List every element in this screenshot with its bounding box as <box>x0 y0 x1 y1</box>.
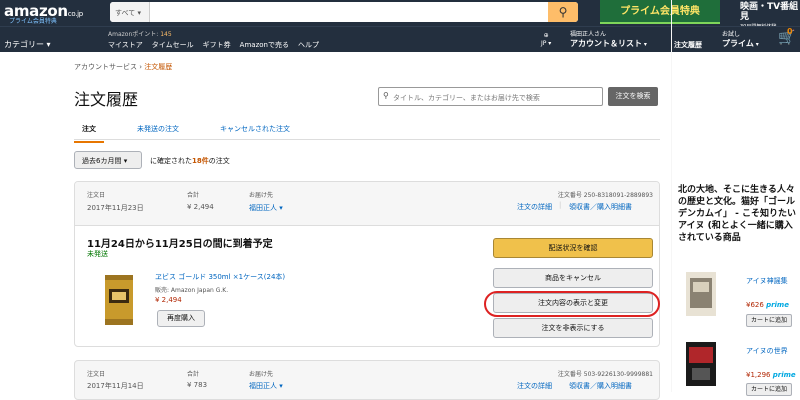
recommended-book-image[interactable] <box>686 342 716 386</box>
recommendation-heading: 北の大地、そこに生きる人々の歴史と文化。猫好「ゴールデンカムイ」 - こそ知りた… <box>678 185 797 243</box>
tab-divider <box>74 139 660 140</box>
nav-link-giftcard[interactable]: ギフト券 <box>203 40 231 50</box>
header-nav-bar: カテゴリー ▾ Amazonポイント: 145 マイストア タイムセール ギフト… <box>0 26 800 52</box>
nav-link-mystore[interactable]: マイストア <box>108 40 143 50</box>
period-caption: に確定された18件の注文 <box>150 157 230 165</box>
order-details-link[interactable]: 注文の詳細 <box>517 381 552 391</box>
add-to-cart-button[interactable]: カートに追加 <box>746 383 792 396</box>
order-search-input[interactable]: ⚲ タイトル、カテゴリー、またはお届け先で検索 <box>378 87 603 106</box>
highlight-circle <box>484 291 660 317</box>
product-title-link[interactable]: ヱビス ゴールド 350ml ×1ケース(24本) <box>155 272 285 282</box>
tab-orders[interactable]: 注文 <box>74 124 104 143</box>
search-icon: ⚲ <box>383 91 389 100</box>
globe-icon: ⊕ <box>543 32 549 39</box>
order-date: 2017年11月23日 <box>87 204 144 212</box>
order-total-label: 合計 <box>187 371 200 378</box>
order-date-label: 注文日 <box>87 192 106 199</box>
search-bar: すべて ▾ ⚲ <box>110 2 578 22</box>
right-panel-divider <box>671 0 672 392</box>
recommended-item-title[interactable]: アイヌの世界 <box>746 346 788 356</box>
product-price: ¥ 2,494 <box>155 296 182 304</box>
order-details-link[interactable]: 注文の詳細 <box>517 202 552 212</box>
cart-count: 0 <box>787 27 793 36</box>
track-package-button[interactable]: 配送状況を確認 <box>493 238 653 258</box>
order-date-label: 注文日 <box>87 371 106 378</box>
ship-to-link[interactable]: 福田正人 ▾ <box>249 203 283 213</box>
recommended-book-image[interactable] <box>686 272 716 316</box>
account-menu[interactable]: 福田正人さん アカウント＆リスト ▾ <box>570 30 647 49</box>
points-display: Amazonポイント: 145 <box>108 31 172 38</box>
search-orders-button[interactable]: 注文を検索 <box>608 87 658 106</box>
tab-cancelled[interactable]: キャンセルされた注文 <box>212 124 298 143</box>
tab-unshipped[interactable]: 未発送の注文 <box>129 124 187 143</box>
recommended-item-price: ¥626 prime <box>746 301 789 309</box>
nav-link-help[interactable]: ヘルプ <box>298 40 319 50</box>
period-select[interactable]: 過去6カ月間 ▾ <box>74 151 142 169</box>
order-card: 注文日 2017年11月23日 合計 ¥ 2,494 お届け先 福田正人 ▾ 注… <box>74 181 660 347</box>
video-banner[interactable]: 映画・TV番組見30日間無料体験 <box>726 0 800 30</box>
search-button[interactable]: ⚲ <box>548 2 578 22</box>
recommended-item-title[interactable]: アイヌ神謡集 <box>746 276 788 286</box>
cancel-items-button[interactable]: 商品をキャンセル <box>493 268 653 288</box>
add-to-cart-button[interactable]: カートに追加 <box>746 314 792 327</box>
category-menu[interactable]: カテゴリー ▾ <box>4 39 51 50</box>
prime-badge: prime <box>772 371 796 379</box>
order-total: ¥ 783 <box>187 381 208 389</box>
buy-again-button[interactable]: 再度購入 <box>157 310 205 327</box>
order-total: ¥ 2,494 <box>187 203 214 211</box>
nav-link-timesale[interactable]: タイムセール <box>152 40 194 50</box>
order-card: 注文日 2017年11月14日 合計 ¥ 783 お届け先 福田正人 ▾ 注文番… <box>74 360 660 400</box>
search-category-select[interactable]: すべて ▾ <box>110 2 150 22</box>
prime-badge: prime <box>766 301 789 309</box>
ship-to-label: お届け先 <box>249 192 274 199</box>
header-top-bar: amazonco.jp プライム会員特典 すべて ▾ ⚲ プライム会員特典 映画… <box>0 0 800 30</box>
orders-link[interactable]: 注文履歴 <box>674 40 702 50</box>
product-image[interactable] <box>101 269 137 327</box>
hide-order-button[interactable]: 注文を非表示にする <box>493 318 653 338</box>
breadcrumb-current: 注文履歴 <box>144 63 173 71</box>
delivery-estimate: 11月24日から11月25日の間に到着予定 <box>87 239 273 250</box>
breadcrumb-parent[interactable]: アカウントサービス <box>74 63 137 71</box>
receipt-link[interactable]: 領収書／購入明細書 <box>569 202 632 212</box>
receipt-link[interactable]: 領収書／購入明細書 <box>569 381 632 391</box>
breadcrumb: アカウントサービス › 注文履歴 <box>74 63 173 71</box>
prime-menu[interactable]: お試し プライム ▾ <box>722 30 759 49</box>
order-card-header: 注文日 2017年11月23日 合計 ¥ 2,494 お届け先 福田正人 ▾ 注… <box>75 182 659 226</box>
order-number: 注文番号 503-9226130-9999881 <box>557 371 653 378</box>
search-icon: ⚲ <box>558 5 568 19</box>
nav-links: マイストア タイムセール ギフト券 Amazonで売る ヘルプ <box>108 40 319 50</box>
order-number: 注文番号 250-8318091-2889893 <box>557 192 653 199</box>
order-tabs: 注文 未発送の注文 キャンセルされた注文 <box>74 124 323 143</box>
language-selector[interactable]: ⊕ JP ▾ <box>541 32 551 48</box>
order-total-label: 合計 <box>187 192 200 199</box>
recommended-item-price: ¥1,296 prime <box>746 371 796 379</box>
nav-link-sell[interactable]: Amazonで売る <box>240 40 289 50</box>
prime-benefits-banner[interactable]: プライム会員特典 <box>600 0 720 24</box>
order-date: 2017年11月14日 <box>87 382 144 390</box>
ship-to-label: お届け先 <box>249 371 274 378</box>
ship-to-link[interactable]: 福田正人 ▾ <box>249 381 283 391</box>
seller-info: 販売: Amazon Japan G.K. <box>155 287 229 294</box>
page-title: 注文履歴 <box>74 90 139 109</box>
status-badge: 未発送 <box>87 250 108 258</box>
logo-prime-caption: プライム会員特典 <box>9 18 57 25</box>
